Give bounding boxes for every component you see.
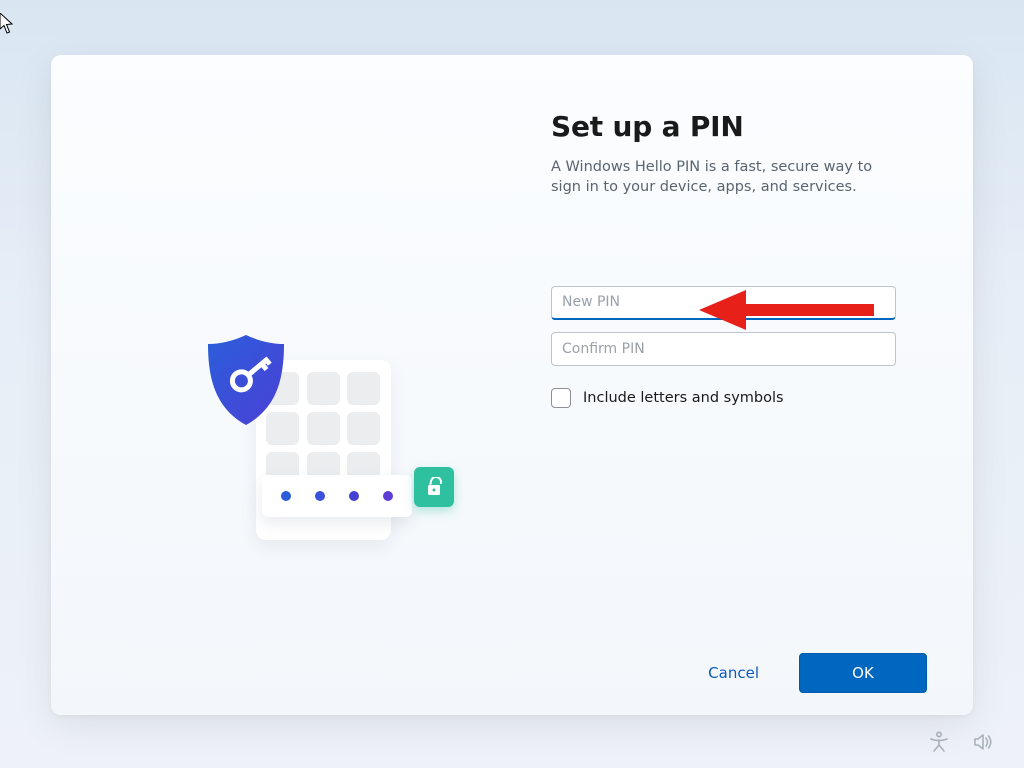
include-symbols-checkbox[interactable] [551,388,571,408]
volume-icon[interactable] [972,731,994,753]
new-pin-input[interactable] [551,286,896,320]
unlock-icon [414,467,454,507]
dialog-content: Set up a PIN A Windows Hello PIN is a fa… [51,55,973,631]
dialog-title: Set up a PIN [551,110,951,143]
include-symbols-label: Include letters and symbols [583,390,784,406]
ok-button[interactable]: OK [799,653,927,693]
cursor-icon [0,13,16,35]
dialog-footer: Cancel OK [51,631,973,715]
illustration-pane [51,55,551,631]
shield-icon [204,333,288,428]
form-pane: Set up a PIN A Windows Hello PIN is a fa… [551,55,951,631]
pin-dots-bar [262,475,412,517]
dialog-subtitle: A Windows Hello PIN is a fast, secure wa… [551,157,891,198]
cancel-button[interactable]: Cancel [708,664,759,682]
confirm-pin-input[interactable] [551,332,896,366]
taskbar-icons [928,731,994,753]
accessibility-icon[interactable] [928,731,950,753]
pin-setup-dialog: Set up a PIN A Windows Hello PIN is a fa… [51,55,973,715]
